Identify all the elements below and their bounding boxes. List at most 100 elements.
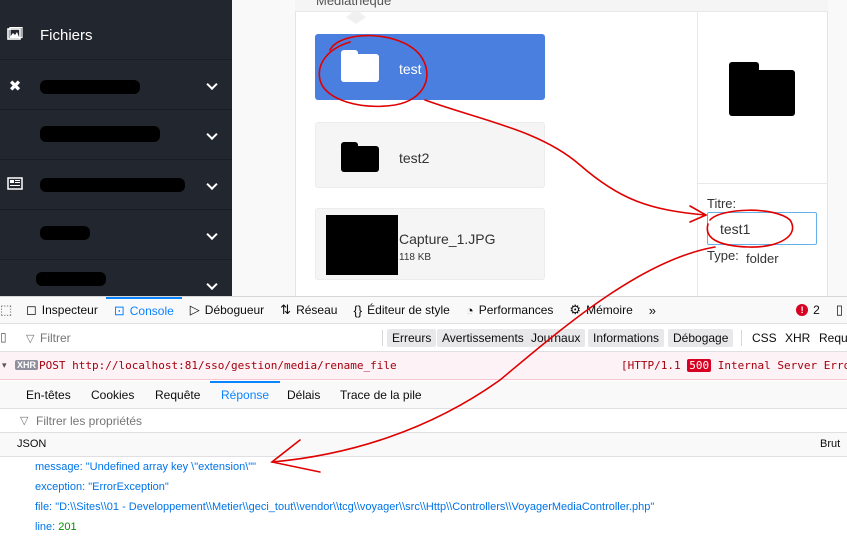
status-prefix: [HTTP/1.1 (621, 359, 681, 372)
type-value: folder (746, 251, 779, 266)
status-code-badge: 500 (687, 359, 712, 372)
tab-network[interactable]: ⇅ Réseau (272, 297, 345, 323)
media-item-name: test (399, 61, 422, 77)
tab-console[interactable]: ⊡ Console (105, 297, 182, 323)
chevron-down-icon (206, 178, 218, 190)
redaction-mark (40, 178, 185, 192)
tab-label: Mémoire (586, 303, 633, 317)
newspaper-icon (0, 177, 30, 194)
filter-xhr[interactable]: XHR (785, 329, 810, 347)
more-tabs-icon[interactable]: » (641, 297, 664, 323)
folder-icon (341, 50, 379, 82)
console-icon: ⊡ (113, 303, 125, 318)
tab-performance[interactable]: ◔ Performances (458, 297, 562, 323)
filter-icon: ▽ (20, 415, 29, 427)
status-text: Internal Server Error 3 (717, 359, 847, 372)
media-item-capture[interactable]: Capture_1.JPG 118 KB (315, 208, 545, 280)
filter-errors[interactable]: Erreurs (387, 329, 437, 347)
filter-debug[interactable]: Débogage (668, 329, 734, 347)
json-value: "ErrorException" (88, 481, 169, 493)
tab-cookies[interactable]: Cookies (91, 381, 134, 409)
title-label: Titre: (707, 196, 737, 211)
sidebar-item-2[interactable] (0, 112, 232, 160)
debugger-icon: ▷ (189, 302, 200, 317)
tab-label: Console (129, 304, 174, 318)
property-filter-input[interactable] (36, 413, 336, 429)
filter-info[interactable]: Informations (588, 329, 665, 347)
media-item-name: test2 (399, 150, 430, 166)
redaction-mark (40, 80, 140, 94)
tab-response[interactable]: Réponse (210, 381, 281, 409)
tab-label: Réseau (296, 303, 338, 317)
console-filter-input[interactable] (40, 330, 340, 346)
tab-memory[interactable]: ⚙ Mémoire (561, 297, 640, 323)
tab-label: Débogueur (204, 303, 265, 317)
filter-requests[interactable]: Requ (819, 329, 847, 347)
tools-icon: ✖ (8, 77, 22, 95)
json-value: "D:\\Sites\\01 - Developpement\\Metier\\… (55, 501, 655, 513)
preview-area (697, 12, 828, 184)
chevron-down-icon (206, 128, 218, 140)
chevron-down-icon (206, 278, 218, 290)
json-row-line[interactable]: line: 201 (35, 521, 77, 533)
tab-inspector[interactable]: ◻ Inspecteur (18, 297, 106, 323)
tab-style-editor[interactable]: {} Éditeur de style (345, 297, 457, 323)
request-url[interactable]: POST http://localhost:81/sso/gestion/med… (39, 359, 397, 372)
title-input[interactable] (707, 212, 817, 245)
chevron-down-icon[interactable]: ▾ (2, 360, 7, 371)
filter-icon: ▽ (26, 333, 35, 345)
performance-icon: ◔ (465, 302, 474, 318)
caret-up-icon (346, 10, 366, 24)
image-thumbnail (326, 215, 398, 275)
error-counter[interactable]: ! 2 (788, 297, 828, 323)
dock-icon[interactable]: ▯ (828, 297, 847, 323)
sidebar-item-fichiers[interactable]: Fichiers (0, 12, 232, 60)
json-label: JSON (17, 438, 47, 450)
response-tabs: En-têtes Cookies Requête Réponse Délais … (0, 381, 847, 409)
sidebar-item-label: Fichiers (40, 27, 93, 44)
sidebar-item-4[interactable] (0, 212, 232, 260)
chevron-down-icon (206, 78, 218, 90)
json-key: line: (35, 521, 56, 533)
media-item-test2[interactable]: test2 (315, 122, 545, 188)
json-value: 201 (58, 521, 77, 533)
json-value: "Undefined array key \"extension\"" (85, 461, 257, 473)
request-status: [HTTP/1.1 500 Internal Server Error 3 (621, 359, 847, 372)
raw-toggle[interactable]: Brut (820, 438, 840, 450)
json-row-message[interactable]: message: "Undefined array key \"extensio… (35, 461, 256, 473)
tab-label: Éditeur de style (367, 303, 450, 317)
media-item-test[interactable]: test (315, 34, 545, 100)
sidebar-item-3[interactable] (0, 162, 232, 210)
property-filter-bar: ▽ (0, 409, 847, 433)
xhr-request-row[interactable]: ▾ XHR POST http://localhost:81/sso/gesti… (0, 352, 847, 380)
filter-css[interactable]: CSS (752, 329, 777, 347)
style-editor-icon: {} (353, 302, 363, 318)
tab-stack-trace[interactable]: Trace de la pile (340, 381, 422, 409)
json-row-file[interactable]: file: "D:\\Sites\\01 - Developpement\\Me… (35, 501, 654, 513)
sidebar-item-5[interactable] (0, 262, 232, 296)
filter-warnings[interactable]: Avertissements (437, 329, 529, 347)
json-row-exception[interactable]: exception: "ErrorException" (35, 481, 169, 493)
json-key: message: (35, 461, 83, 473)
tab-debugger[interactable]: ▷ Débogueur (182, 297, 272, 323)
devtools-toolbar: ⬚ ◻ Inspecteur ⊡ Console ▷ Débogueur ⇅ R… (0, 296, 847, 324)
pick-element-icon[interactable]: ⬚ (0, 297, 18, 323)
redaction-mark (40, 126, 160, 142)
tab-headers[interactable]: En-têtes (26, 381, 71, 409)
filter-logs[interactable]: Journaux (526, 329, 586, 347)
trash-icon[interactable]: ▯ (0, 330, 7, 344)
divider (382, 330, 383, 346)
memory-icon: ⚙ (569, 302, 582, 317)
admin-sidebar: Fichiers ✖ (0, 0, 232, 296)
tab-request[interactable]: Requête (155, 381, 200, 409)
sidebar-item-tools[interactable]: ✖ (0, 62, 232, 110)
tab-label: Inspecteur (41, 303, 98, 317)
json-header: JSON Brut (0, 433, 847, 457)
tab-timings[interactable]: Délais (287, 381, 320, 409)
folder-icon (729, 62, 795, 116)
error-count: 2 (813, 303, 820, 317)
json-key: exception: (35, 481, 86, 493)
inspector-icon: ◻ (26, 302, 37, 317)
screenshot-root: Fichiers ✖ Médiathèque test test2 Captur… (0, 0, 847, 542)
divider (741, 330, 742, 346)
